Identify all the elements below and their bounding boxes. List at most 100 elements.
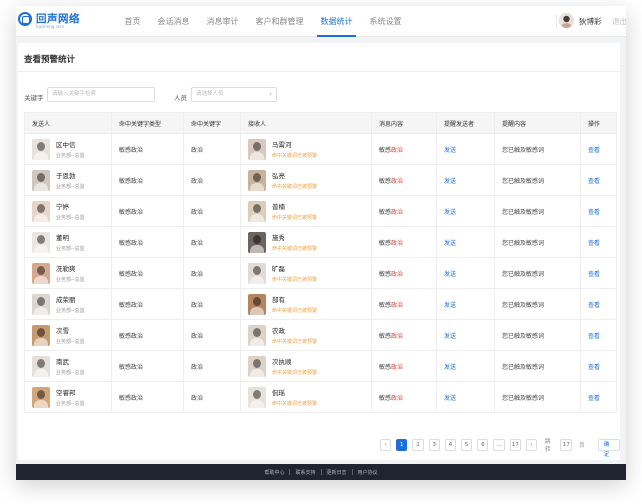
view-link[interactable]: 查看 <box>588 178 600 185</box>
sender-department: 业务部--总监 <box>56 215 85 221</box>
notify-sender-link[interactable]: 发送 <box>444 395 456 402</box>
sender-department: 业务部--总监 <box>56 370 85 376</box>
receiver-name: 旷磊 <box>272 265 285 273</box>
sender-department: 业务部--总监 <box>56 401 85 407</box>
logo-icon[interactable] <box>18 12 32 26</box>
person-select-placeholder: 请选择人员 <box>196 91 224 97</box>
nav-item-1[interactable]: 会话消息 <box>149 6 198 37</box>
view-link[interactable]: 查看 <box>588 302 600 309</box>
footer-link-1[interactable]: 联系支持 <box>290 469 320 476</box>
sender-avatar <box>32 355 50 377</box>
app-window: 回声网络 huisheng.com 首页 会话消息 消息审计 客户和群管理 数据统计 系统… <box>16 6 626 480</box>
notify-sender-link[interactable]: 发送 <box>444 209 456 216</box>
jump-page-input[interactable]: 17 <box>560 439 573 451</box>
user-avatar[interactable] <box>559 13 574 28</box>
notify-sender-link[interactable]: 发送 <box>444 271 456 278</box>
keyword-type-cell: 敏感政治 <box>111 164 184 196</box>
column-header-1: 命中关键字类型 <box>111 112 184 134</box>
column-header-6: 提醒内容 <box>494 112 581 134</box>
receiver-info: 部有 命中关键词已被预警 <box>272 294 317 314</box>
footer-link-0[interactable]: 帮助中心 <box>259 469 289 476</box>
message-highlight: 政治 <box>391 208 404 216</box>
action-cell: 查看 <box>580 226 617 258</box>
receiver-info: 马霄河 命中关键词已被预警 <box>272 139 317 159</box>
confirm-jump-button[interactable]: 确定 <box>597 439 620 458</box>
view-link[interactable]: 查看 <box>588 333 600 340</box>
sender-info: 董明 业务部--总监 <box>56 232 85 252</box>
column-header-0: 发送人 <box>24 112 112 134</box>
keyword-type-cell: 敏感政治 <box>111 319 184 351</box>
user-name[interactable]: 狄博彩 <box>579 16 602 27</box>
sender-cell: 次雪 业务部--总监 <box>24 319 112 351</box>
page-button-2[interactable]: 2 <box>412 439 424 451</box>
notify-sender-link[interactable]: 发送 <box>444 147 456 154</box>
logout-link[interactable]: 退出 <box>612 16 626 27</box>
person-select[interactable]: 请选择人员 › <box>191 87 277 102</box>
nav-item-3[interactable]: 客户和群管理 <box>247 6 312 37</box>
keyword-cell: 政治 <box>183 319 241 351</box>
message-content-cell: 敏感政治 <box>371 257 437 289</box>
page-button-6[interactable]: 6 <box>477 439 489 451</box>
nav-item-5[interactable]: 系统设置 <box>361 6 410 37</box>
table-row: 冼勒爽 业务部--总监 敏感政治 政治 旷磊 命中关键词已被预警 敏感政治 发送 您已触及敏感词… <box>24 257 617 289</box>
sender-department: 业务部--总监 <box>56 184 85 190</box>
table-row: 南武 业务部--总监 敏感政治 政治 次执顺 命中关键词已被预警 敏感政治 发送 您已触及敏感词… <box>24 350 617 382</box>
footer-link-3[interactable]: 用户协议 <box>353 469 383 476</box>
notify-sender-cell: 发送 <box>436 226 495 258</box>
message-content-cell: 敏感政治 <box>371 381 437 413</box>
action-cell: 查看 <box>580 350 617 382</box>
footer-link-2[interactable]: 更新日志 <box>322 469 352 476</box>
nav-item-2[interactable]: 消息审计 <box>198 6 247 37</box>
notify-sender-link[interactable]: 发送 <box>444 333 456 340</box>
column-header-2: 命中关键字 <box>183 112 241 134</box>
notify-sender-link[interactable]: 发送 <box>444 240 456 247</box>
action-cell: 查看 <box>580 257 617 289</box>
page-button-17[interactable]: 17 <box>509 439 521 451</box>
message-content-cell: 敏感政治 <box>371 350 437 382</box>
receiver: 弘亮 命中关键词已被预警 <box>248 169 371 191</box>
receiver-cell: 旷磊命中关键词已被预警 <box>240 257 372 289</box>
notify-sender-link[interactable]: 发送 <box>444 364 456 371</box>
nav-item-0[interactable]: 首页 <box>116 6 149 37</box>
message-text: 敏感 <box>379 363 392 371</box>
notify-sender-link[interactable]: 发送 <box>444 178 456 185</box>
remind-content-cell: 您已触及敏感词 <box>494 350 581 382</box>
keyword-cell: 政治 <box>183 288 241 320</box>
notify-sender-link[interactable]: 发送 <box>444 302 456 309</box>
sender-avatar <box>32 231 50 253</box>
table-row: 于恩勃 业务部--总监 敏感政治 政治 弘亮 命中关键词已被预警 敏感政治 发送 您已触及敏感词… <box>24 164 617 196</box>
next-page-button[interactable]: › <box>525 439 538 451</box>
receiver-avatar <box>248 138 266 160</box>
message-highlight: 政治 <box>391 394 404 402</box>
page-button-3[interactable]: 3 <box>428 439 440 451</box>
view-link[interactable]: 查看 <box>588 395 600 402</box>
keyword-cell: 政治 <box>183 350 241 382</box>
view-link[interactable]: 查看 <box>588 271 600 278</box>
view-link[interactable]: 查看 <box>588 209 600 216</box>
receiver: 农政 命中关键词已被预警 <box>248 324 371 346</box>
view-link[interactable]: 查看 <box>588 240 600 247</box>
sender-info: 次雪 业务部--总监 <box>56 325 85 345</box>
page-button-5[interactable]: 5 <box>461 439 473 451</box>
sender: 区中信 业务部--总监 <box>32 138 111 160</box>
remind-content-cell: 您已触及敏感词 <box>494 381 581 413</box>
keyword-cell: 政治 <box>183 257 241 289</box>
receiver-avatar <box>248 262 266 284</box>
receiver-warning: 命中关键词已被预警 <box>272 308 318 314</box>
keyword-search-input[interactable]: 请输入关键字检索 <box>47 87 155 102</box>
prev-page-button[interactable]: ‹ <box>380 439 392 451</box>
view-link[interactable]: 查看 <box>588 364 600 371</box>
nav-item-4[interactable]: 数据统计 <box>312 6 361 37</box>
receiver-warning: 命中关键词已被预警 <box>272 370 318 376</box>
page-button-4[interactable]: 4 <box>444 439 457 451</box>
sender-cell: 南武 业务部--总监 <box>24 350 112 382</box>
table-header-row: 发送人 命中关键字类型 命中关键字 接收人 消息内容 提醒发送者 提醒内容 操作 <box>24 112 617 134</box>
view-link[interactable]: 查看 <box>588 147 600 154</box>
receiver-avatar <box>248 231 266 253</box>
alert-stats-card: 查看预警统计 关键字 请输入关键字检索 人员 请选择人员 › 发送人 命中关键字类… <box>18 43 620 460</box>
table-row: 董明 业务部--总监 敏感政治 政治 施秀 命中关键词已被预警 敏感政治 发送 您已触及敏感词查… <box>24 226 617 258</box>
sender: 冼勒爽 业务部--总监 <box>32 262 111 284</box>
receiver-warning: 命中关键词已被预警 <box>272 277 318 283</box>
message-text: 敏感 <box>379 239 392 247</box>
page-button-1[interactable]: 1 <box>396 439 408 451</box>
